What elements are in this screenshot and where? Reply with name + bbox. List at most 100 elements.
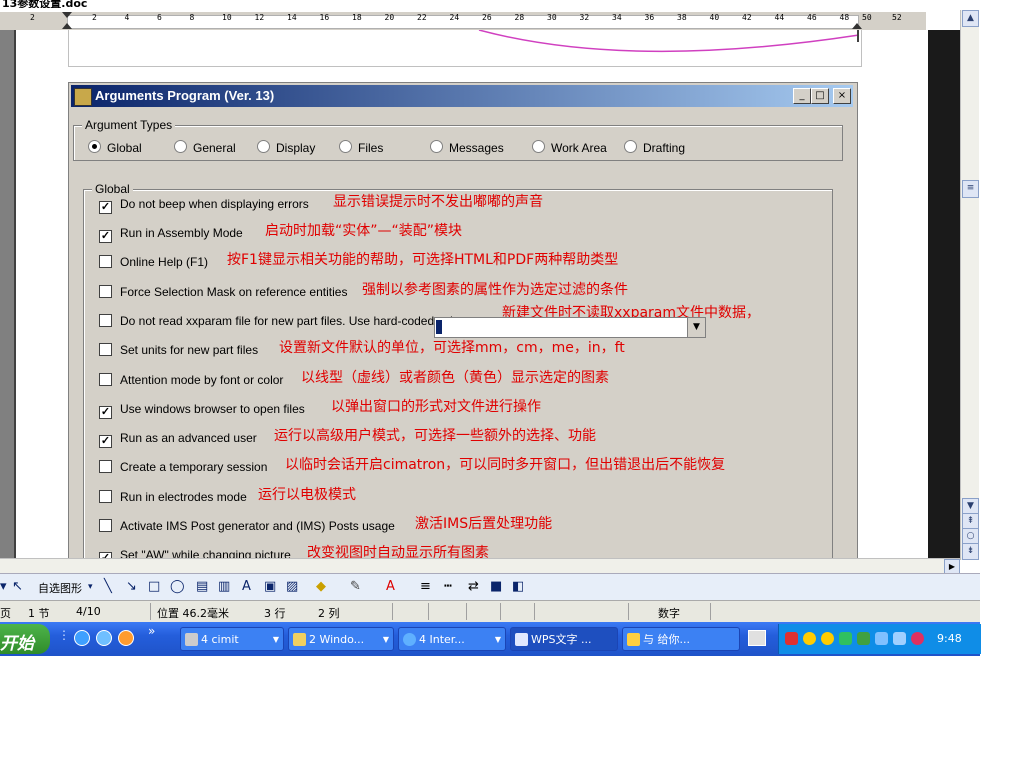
option-row[interactable]: ✓ Run as an advanced user (99, 431, 257, 448)
dash-style-icon[interactable]: ┅ (444, 579, 452, 594)
vertical-textbox-icon[interactable]: ▥ (218, 579, 230, 594)
option-row[interactable]: ✓ Do not beep when displaying errors (99, 197, 309, 214)
annotation-note: 以线型（虚线）或者颜色（黄色）显示选定的图素 (301, 370, 609, 386)
ie-quicklaunch-icon[interactable] (74, 630, 90, 646)
3d-icon[interactable]: ◧ (512, 579, 524, 594)
ruler-tick-label: 16 (319, 13, 330, 22)
checkbox-unchecked[interactable] (99, 285, 112, 298)
arrow-style-icon[interactable]: ⇄ (468, 579, 479, 594)
clipart-icon[interactable]: ▣ (264, 579, 276, 594)
checkbox-unchecked[interactable] (99, 519, 112, 532)
minimize-button[interactable]: _ (793, 88, 811, 104)
tray-security-icon[interactable] (911, 632, 924, 645)
radio-global[interactable]: Global (88, 140, 142, 155)
option-row[interactable]: Do not read xxparam file for new part fi… (99, 314, 472, 328)
textbox-icon[interactable]: ▤ (196, 579, 208, 594)
task-internet-explorer[interactable]: 4 Inter... ▼ (398, 627, 506, 651)
option-row[interactable]: Force Selection Mask on reference entiti… (99, 285, 347, 299)
dialog-title-bar[interactable]: Arguments Program (Ver. 13) _ □ × (71, 85, 853, 107)
radio-files-indicator (339, 140, 352, 153)
checkbox-unchecked[interactable] (99, 490, 112, 503)
option-row[interactable]: Activate IMS Post generator and (IMS) Po… (99, 519, 395, 533)
checkbox-unchecked[interactable] (99, 460, 112, 473)
scroll-thumb[interactable]: ≡ (962, 180, 979, 198)
option-row[interactable]: Set units for new part files (99, 343, 258, 357)
pointer-icon[interactable]: ↖ (12, 579, 23, 594)
next-page-button[interactable]: ⇟ (962, 543, 979, 560)
chevron-down-icon[interactable]: ▼ (687, 318, 705, 337)
embedded-image-top[interactable] (68, 29, 862, 67)
tray-qq-icon[interactable] (803, 632, 816, 645)
autoshapes-menu[interactable]: 自选图形 (38, 580, 82, 596)
tray-shield-icon[interactable] (893, 632, 906, 645)
checkbox-unchecked[interactable] (99, 255, 112, 268)
wordart-icon[interactable]: A (242, 579, 251, 594)
option-row[interactable]: Create a temporary session (99, 460, 267, 474)
option-row[interactable]: Attention mode by font or color (99, 373, 283, 387)
annotation-note: 以弹出窗口的形式对文件进行操作 (331, 399, 541, 415)
rectangle-icon[interactable]: □ (148, 579, 160, 594)
checkbox-checked[interactable]: ✓ (99, 406, 112, 419)
radio-general[interactable]: General (174, 140, 236, 155)
wps-task-icon (515, 633, 528, 646)
document-title-bar: 13参数设置.doc (0, 0, 140, 8)
line-color-icon[interactable]: ✎ (350, 579, 361, 594)
argument-types-group: Argument Types Global General Display Fi… (73, 118, 843, 161)
chevron-down-icon: ▼ (382, 635, 389, 644)
first-line-indent-marker[interactable] (62, 12, 72, 18)
start-button[interactable]: 开始 (0, 624, 50, 654)
maximize-button[interactable]: □ (811, 88, 829, 104)
arrow-icon[interactable]: ↘ (126, 579, 137, 594)
shadow-icon[interactable]: ■ (490, 579, 502, 594)
line-style-icon[interactable]: ≡ (420, 579, 431, 594)
task-windows-explorer[interactable]: 2 Windo... ▼ (288, 627, 394, 651)
picture-icon[interactable]: ▨ (286, 579, 298, 594)
file-browser-combobox[interactable]: ▼ (434, 317, 706, 338)
status-page-label: 页 (0, 607, 11, 620)
task-chat[interactable]: 与 给你... (622, 627, 740, 651)
horizontal-ruler[interactable]: 2 2 4 6 8 10 12 14 16 18 20 22 24 26 28 30 32 34 36 38 40 42 4… (0, 12, 926, 31)
tray-antivirus-icon[interactable] (785, 632, 798, 645)
task-cimit[interactable]: 4 cimit ▼ (180, 627, 284, 651)
quicklaunch-overflow-icon[interactable]: » (148, 624, 155, 638)
radio-files[interactable]: Files (339, 140, 383, 155)
right-indent-marker[interactable] (852, 23, 862, 29)
select-objects-icon[interactable]: ▾ (0, 579, 7, 594)
radio-work-area[interactable]: Work Area (532, 140, 607, 155)
radio-display[interactable]: Display (257, 140, 315, 155)
vertical-scrollbar[interactable]: ▲ ≡ ▼ ⇞ ○ ⇟ (960, 10, 979, 560)
checkbox-unchecked[interactable] (99, 343, 112, 356)
option-row[interactable]: ✓ Use windows browser to open files (99, 402, 305, 419)
scroll-up-button[interactable]: ▲ (962, 10, 979, 27)
oval-icon[interactable]: ◯ (170, 579, 185, 594)
ruler-tick-label: 42 (742, 13, 752, 22)
checkbox-unchecked[interactable] (99, 314, 112, 327)
keyboard-icon[interactable] (748, 630, 766, 646)
option-row[interactable]: ✓ Run in Assembly Mode (99, 226, 243, 243)
radio-messages[interactable]: Messages (430, 140, 504, 155)
messenger-quicklaunch-icon[interactable] (118, 630, 134, 646)
left-indent-marker[interactable] (62, 23, 72, 29)
task-wps-writer[interactable]: WPS文字 ... (510, 627, 618, 651)
close-button[interactable]: × (833, 88, 851, 104)
checkbox-checked[interactable]: ✓ (99, 230, 112, 243)
tray-app-icon[interactable] (857, 632, 870, 645)
text-cursor (436, 320, 442, 334)
ruler-tick-label: 14 (287, 13, 297, 22)
fill-color-icon[interactable]: ◆ (316, 579, 326, 594)
scroll-right-button[interactable]: ▶ (944, 559, 960, 574)
line-icon[interactable]: ╲ (104, 579, 112, 594)
font-color-icon[interactable]: A (386, 579, 395, 594)
tray-speed-icon[interactable] (875, 632, 888, 645)
horizontal-scrollbar[interactable]: ▶ (0, 558, 960, 574)
checkbox-checked[interactable]: ✓ (99, 201, 112, 214)
autoshapes-dropdown-icon[interactable]: ▾ (88, 582, 93, 592)
tray-network-icon[interactable] (839, 632, 852, 645)
radio-drafting[interactable]: Drafting (624, 140, 685, 155)
option-row[interactable]: Online Help (F1) (99, 255, 208, 269)
browser-quicklaunch-icon[interactable] (96, 630, 112, 646)
option-row[interactable]: Run in electrodes mode (99, 490, 247, 504)
tray-qq2-icon[interactable] (821, 632, 834, 645)
checkbox-unchecked[interactable] (99, 373, 112, 386)
checkbox-checked[interactable]: ✓ (99, 435, 112, 448)
